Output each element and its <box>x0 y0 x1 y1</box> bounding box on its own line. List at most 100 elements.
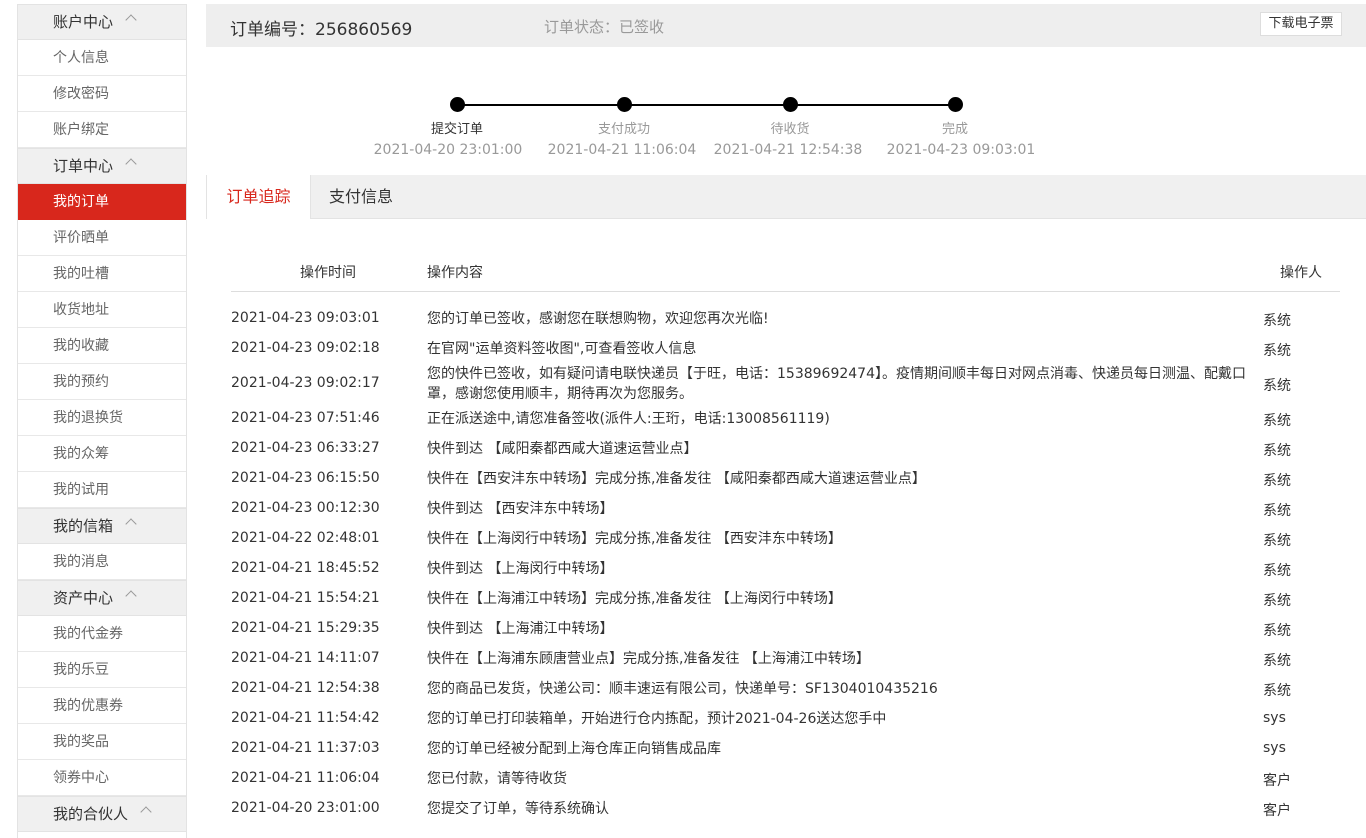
table-row: 2021-04-21 18:45:52 快件到达 【上海闵行中转场】 系统 <box>231 554 1340 584</box>
cell-operator: 系统 <box>1263 378 1291 394</box>
header-operator: 操作人 <box>1280 265 1322 281</box>
sidebar-item[interactable]: 我的试用 <box>17 472 186 508</box>
sidebar-item[interactable]: 我的预约 <box>17 364 186 400</box>
progress-step-time: 2021-04-23 09:03:01 <box>886 142 1036 158</box>
chevron-up-icon <box>125 590 137 602</box>
cell-time: 2021-04-20 23:01:00 <box>231 800 380 816</box>
cell-operator: 系统 <box>1263 653 1291 669</box>
sidebar-item-label: 我的收藏 <box>53 338 109 354</box>
cell-content: 您的订单已打印装箱单，开始进行仓内拣配，预计2021-04-26送达您手中 <box>427 711 887 727</box>
sidebar-item-label: 我的消息 <box>53 554 109 570</box>
tab-bar: 订单追踪 支付信息 <box>206 175 1366 219</box>
progress-step-label: 支付成功 <box>597 122 650 137</box>
sidebar-item[interactable]: 领券中心 <box>17 760 186 796</box>
sidebar-section-0[interactable]: 账户中心 <box>17 4 186 40</box>
tab-payment-info[interactable]: 支付信息 <box>309 175 413 219</box>
cell-time: 2021-04-23 09:02:18 <box>231 340 380 356</box>
sidebar-section-title: 订单中心 <box>53 157 114 175</box>
cell-time: 2021-04-21 11:06:04 <box>231 770 380 786</box>
cell-time: 2021-04-21 15:29:35 <box>231 620 380 636</box>
cell-content: 您已付款，请等待收货 <box>427 771 567 787</box>
sidebar-item-label: 我的乐豆 <box>53 662 109 678</box>
sidebar-section-4[interactable]: 我的合伙人 <box>17 796 186 832</box>
table-row: 2021-04-21 11:54:42 您的订单已打印装箱单，开始进行仓内拣配，预… <box>231 704 1340 734</box>
sidebar-item-label: 我的吐槽 <box>53 266 109 282</box>
sidebar-section-title: 我的合伙人 <box>53 805 129 823</box>
order-progress: 提交订单 2021-04-20 23:01:00 支付成功 2021-04-21 11… <box>206 60 1366 170</box>
sidebar-item-label: 账户绑定 <box>53 122 109 138</box>
progress-step-label: 待收货 <box>770 122 810 137</box>
cell-content: 快件在【上海浦东顾唐营业点】完成分拣,准备发往 【上海浦江中转场】 <box>427 651 870 667</box>
sidebar-item[interactable]: 账户绑定 <box>17 112 186 148</box>
cell-operator: sys <box>1263 740 1286 756</box>
progress-line <box>457 104 955 106</box>
sidebar-section-title: 资产中心 <box>53 589 114 607</box>
sidebar-item[interactable]: 我的众筹 <box>17 436 186 472</box>
table-row: 2021-04-20 23:01:00 您提交了订单，等待系统确认 客户 <box>231 794 1340 824</box>
table-row: 2021-04-23 00:12:30 快件到达 【西安沣东中转场】 系统 <box>231 494 1340 524</box>
cell-time: 2021-04-21 15:54:21 <box>231 590 380 606</box>
cell-operator: 系统 <box>1263 473 1291 489</box>
sidebar-item[interactable]: 个人信息 <box>17 40 186 76</box>
sidebar-section-3[interactable]: 资产中心 <box>17 580 186 616</box>
cell-operator: 系统 <box>1263 623 1291 639</box>
cell-time: 2021-04-21 11:37:03 <box>231 740 380 756</box>
sidebar-item[interactable]: 我的收藏 <box>17 328 186 364</box>
header-content: 操作内容 <box>427 265 483 281</box>
cell-operator: 系统 <box>1263 593 1291 609</box>
sidebar-item[interactable]: 评价晒单 <box>17 220 186 256</box>
download-e-ticket-button[interactable]: 下载电子票 <box>1260 12 1342 36</box>
cell-content: 在官网"运单资料签收图",可查看签收人信息 <box>427 341 697 357</box>
cell-time: 2021-04-23 09:02:17 <box>231 375 380 391</box>
cell-time: 2021-04-21 12:54:38 <box>231 680 380 696</box>
sidebar-item[interactable]: 我的代金券 <box>17 616 186 652</box>
cell-content: 您的快件已签收，如有疑问请电联快递员【于旺，电话：15389692474】。疫情… <box>427 366 1246 402</box>
sidebar-item-label: 我的试用 <box>53 482 109 498</box>
sidebar-section-1[interactable]: 订单中心 <box>17 148 186 184</box>
table-row: 2021-04-23 07:51:46 正在派送途中,请您准备签收(派件人:王珩，… <box>231 404 1340 434</box>
cell-time: 2021-04-22 02:48:01 <box>231 530 380 546</box>
tab-order-tracking[interactable]: 订单追踪 <box>206 175 311 219</box>
sidebar-item[interactable]: 我的乐豆 <box>17 652 186 688</box>
sidebar-item-label: 我的优惠券 <box>53 698 123 714</box>
sidebar-section-2[interactable]: 我的信箱 <box>17 508 186 544</box>
sidebar-item-label: 我的奖品 <box>53 734 109 750</box>
cell-operator: 系统 <box>1263 563 1291 579</box>
sidebar-item[interactable]: 我的吐槽 <box>17 256 186 292</box>
sidebar-left-border <box>17 4 18 838</box>
cell-time: 2021-04-21 11:54:42 <box>231 710 380 726</box>
sidebar-item[interactable]: 我的退换货 <box>17 400 186 436</box>
chevron-up-icon <box>125 518 137 530</box>
sidebar-item[interactable]: 我的订单 <box>17 184 186 220</box>
cell-time: 2021-04-23 06:15:50 <box>231 470 380 486</box>
cell-time: 2021-04-23 07:51:46 <box>231 410 380 426</box>
sidebar-item-label: 评价晒单 <box>53 230 109 246</box>
cell-content: 您的商品已发货，快递公司：顺丰速运有限公司，快递单号：SF13040104352… <box>427 681 938 697</box>
sidebar-item[interactable]: 我的优惠券 <box>17 688 186 724</box>
table-row: 2021-04-22 02:48:01 快件在【上海闵行中转场】完成分拣,准备发往… <box>231 524 1340 554</box>
table-row: 2021-04-21 14:11:07 快件在【上海浦东顾唐营业点】完成分拣,准备… <box>231 644 1340 674</box>
sidebar-item[interactable]: 收货地址 <box>17 292 186 328</box>
header-divider <box>231 291 1340 292</box>
sidebar-item-label: 我的预约 <box>53 374 109 390</box>
cell-operator: 系统 <box>1263 413 1291 429</box>
sidebar-item[interactable]: 我的奖品 <box>17 724 186 760</box>
table-row: 2021-04-21 12:54:38 您的商品已发货，快递公司：顺丰速运有限公司… <box>231 674 1340 704</box>
cell-content: 您的订单已经被分配到上海仓库正向销售成品库 <box>427 741 721 757</box>
sidebar-item-label: 我的订单 <box>53 194 109 210</box>
progress-step-time: 2021-04-21 11:06:04 <box>547 142 697 158</box>
cell-content: 快件到达 【咸阳秦都西咸大道速运营业点】 <box>427 441 698 457</box>
cell-operator: 系统 <box>1263 533 1291 549</box>
table-row: 2021-04-21 11:37:03 您的订单已经被分配到上海仓库正向销售成品库… <box>231 734 1340 764</box>
sidebar-item[interactable]: 我的消息 <box>17 544 186 580</box>
progress-step-dot <box>948 97 963 112</box>
sidebar-right-border <box>186 4 187 838</box>
cell-operator: 客户 <box>1263 803 1291 819</box>
cell-content: 您提交了订单，等待系统确认 <box>427 801 609 817</box>
cell-time: 2021-04-23 09:03:01 <box>231 310 380 326</box>
cell-content: 快件在【上海闵行中转场】完成分拣,准备发往 【西安沣东中转场】 <box>427 531 842 547</box>
cell-content: 快件到达 【上海闵行中转场】 <box>427 561 614 577</box>
sidebar-item[interactable]: 修改密码 <box>17 76 186 112</box>
cell-operator: 系统 <box>1263 313 1291 329</box>
progress-step-time: 2021-04-20 23:01:00 <box>373 142 523 158</box>
